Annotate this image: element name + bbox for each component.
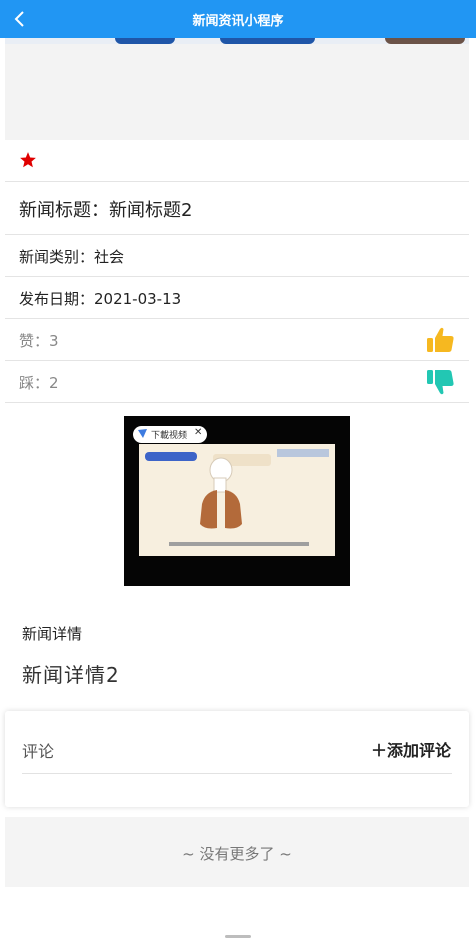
close-icon[interactable]: ✕	[194, 427, 202, 438]
video-frame	[139, 444, 335, 556]
lungs-illustration	[145, 449, 329, 546]
star-icon[interactable]	[19, 151, 37, 169]
home-indicator	[225, 935, 251, 938]
add-comment-button[interactable]: ＋添加评论	[371, 737, 451, 761]
download-video-label: 下載视频	[151, 431, 188, 441]
banner-image	[5, 38, 469, 140]
no-more-text: ~ 没有更多了 ~	[182, 845, 292, 863]
thumbs-up-icon[interactable]	[425, 326, 455, 354]
page-title: 新闻资讯小程序	[192, 14, 284, 29]
dislike-row: 踩：2	[5, 361, 469, 403]
dislike-count: 踩：2	[19, 374, 59, 392]
no-more-footer: ~ 没有更多了 ~	[5, 817, 469, 887]
news-category-row: 新闻类别：社会	[5, 235, 469, 277]
news-category: 新闻类别：社会	[19, 248, 125, 266]
video-section: 下載视频 ✕	[5, 403, 469, 603]
publish-date: 发布日期：2021-03-13	[19, 290, 182, 308]
comment-card: 评论 ＋添加评论	[5, 711, 469, 807]
thumbs-down-icon[interactable]	[425, 368, 455, 396]
news-title: 新闻标题：新闻标题2	[19, 200, 193, 221]
favorite-row	[5, 140, 469, 182]
comment-divider	[22, 773, 452, 774]
download-video-pill[interactable]: 下載视频 ✕	[133, 426, 207, 443]
publish-date-row: 发布日期：2021-03-13	[5, 277, 469, 319]
like-row: 赞：3	[5, 319, 469, 361]
comment-label: 评论	[22, 742, 55, 761]
video-player[interactable]: 下載视频 ✕	[124, 416, 350, 586]
like-count: 赞：3	[19, 332, 59, 350]
navbar: 新闻资讯小程序	[0, 0, 476, 38]
detail-body: 新闻详情2	[22, 663, 120, 687]
download-icon	[138, 429, 147, 438]
detail-heading: 新闻详情	[22, 625, 83, 643]
news-detail-page: 新闻标题：新闻标题2 新闻类别：社会 发布日期：2021-03-13 赞：3 踩…	[5, 38, 469, 887]
news-title-row: 新闻标题：新闻标题2	[5, 182, 469, 235]
banner-image-edge	[5, 38, 469, 44]
news-detail-section: 新闻详情 新闻详情2	[5, 603, 469, 711]
